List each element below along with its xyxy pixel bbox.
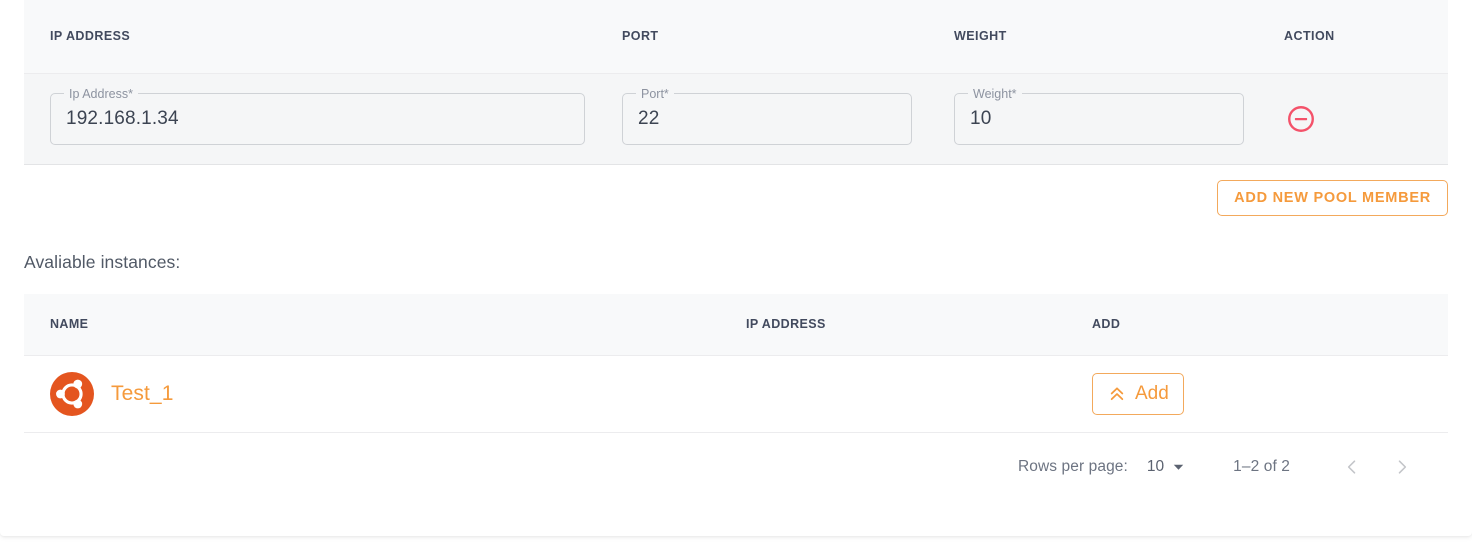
add-instance-button[interactable]: Add (1092, 373, 1184, 415)
rows-per-page-value: 10 (1146, 458, 1165, 475)
instance-name-link[interactable]: Test_1 (111, 382, 173, 406)
pool-header-weight: WEIGHT (954, 0, 1284, 74)
card-inner: IP ADDRESS PORT WEIGHT ACTION Ip Address… (24, 0, 1448, 501)
port-input[interactable] (623, 93, 911, 144)
cell-port: Port* (622, 73, 954, 165)
ip-address-cell-wrapper: Ip Address* (24, 86, 622, 145)
add-instance-label: Add (1135, 383, 1169, 404)
pool-header-ip-address: IP ADDRESS (24, 0, 622, 74)
remove-pool-member-button[interactable] (1284, 102, 1318, 136)
instance-add-cell: Add (1092, 355, 1448, 433)
available-instances-table: NAME IP ADDRESS ADD Test_1 Add (24, 293, 1448, 433)
instances-header-ip-address: IP ADDRESS (746, 293, 1092, 356)
add-member-bar: ADD NEW POOL MEMBER (24, 164, 1448, 232)
weight-field[interactable]: Weight* (954, 86, 1244, 145)
pool-header-action: ACTION (1284, 0, 1448, 74)
available-instances-title: Avaliable instances: (24, 252, 181, 272)
content-card: IP ADDRESS PORT WEIGHT ACTION Ip Address… (0, 0, 1472, 536)
pagination-range-label: 1–2 of 2 (1233, 458, 1290, 475)
weight-field-label: Weight* (968, 86, 1022, 101)
instances-table-header-row: NAME IP ADDRESS ADD (24, 293, 1448, 356)
paginator: Rows per page: 10 1–2 of 2 (24, 433, 1448, 501)
port-field[interactable]: Port* (622, 86, 912, 145)
chevron-down-icon (1173, 464, 1184, 470)
cell-action (1284, 73, 1448, 165)
port-field-label: Port* (636, 86, 674, 101)
add-new-pool-member-button[interactable]: ADD NEW POOL MEMBER (1217, 180, 1448, 216)
rows-per-page-label: Rows per page: (1017, 458, 1128, 475)
next-page-button[interactable] (1382, 447, 1422, 487)
pool-member-configuration-page: IP ADDRESS PORT WEIGHT ACTION Ip Address… (0, 0, 1472, 559)
weight-input[interactable] (955, 93, 1243, 144)
chevron-left-icon (1347, 460, 1356, 474)
remove-circle-icon (1288, 105, 1314, 132)
pool-header-port: PORT (622, 0, 954, 74)
instances-header-add: ADD (1092, 293, 1448, 356)
instance-ip-address-cell (746, 355, 1092, 433)
ip-address-field-label: Ip Address* (64, 86, 138, 101)
instance-name-wrapper: Test_1 (24, 356, 746, 432)
ubuntu-logo-icon (50, 372, 94, 416)
cell-ip-address: Ip Address* (24, 73, 622, 165)
previous-page-button[interactable] (1332, 447, 1372, 487)
chevron-right-icon (1398, 460, 1407, 474)
double-chevron-up-icon (1110, 387, 1124, 401)
ip-address-field[interactable]: Ip Address* (50, 86, 585, 145)
rows-per-page-select[interactable]: 10 (1147, 458, 1184, 476)
cell-weight: Weight* (954, 73, 1284, 165)
pool-member-table: IP ADDRESS PORT WEIGHT ACTION Ip Address… (24, 0, 1448, 165)
pool-member-row: Ip Address* Port* (24, 73, 1448, 165)
pool-table-header-row: IP ADDRESS PORT WEIGHT ACTION (24, 0, 1448, 74)
table-row: Test_1 Add (24, 355, 1448, 433)
instances-header-name: NAME (24, 293, 746, 356)
ip-address-input[interactable] (51, 93, 584, 144)
instance-name-cell: Test_1 (24, 355, 746, 433)
